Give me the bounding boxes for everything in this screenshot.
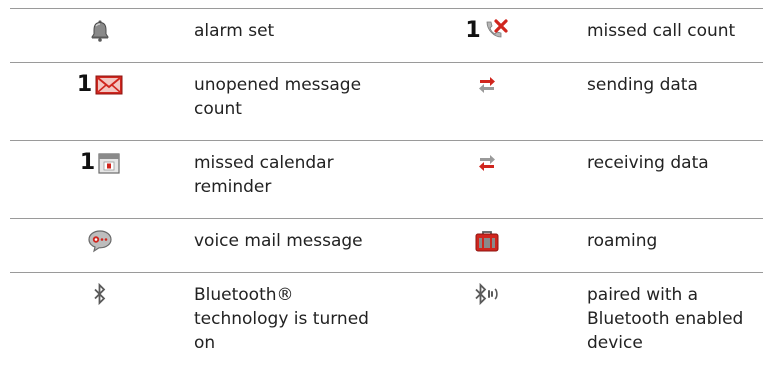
legend-label: paired with a Bluetooth enabled device <box>583 273 763 373</box>
missed-calendar-count: 1 <box>80 151 95 175</box>
table-row: alarm set 1 missed call count <box>10 9 763 63</box>
sending-data-icon <box>477 74 497 96</box>
icon-cell <box>390 273 583 373</box>
icon-cell <box>390 63 583 141</box>
legend-label: unopened message count <box>190 63 390 141</box>
voice-mail-icon <box>87 229 113 253</box>
legend-label: roaming <box>583 219 763 273</box>
table-row: 1 unopened message count <box>10 63 763 141</box>
icon-cell <box>10 219 190 273</box>
legend-label: sending data <box>583 63 763 141</box>
icon-cell <box>10 273 190 373</box>
legend-label: receiving data <box>583 141 763 219</box>
unopened-message-icon <box>95 75 123 95</box>
table-row: voice mail message roaming <box>10 219 763 273</box>
legend-label: voice mail message <box>190 219 390 273</box>
icon-cell <box>390 219 583 273</box>
icon-cell: 1 <box>10 141 190 219</box>
bluetooth-icon <box>93 283 107 307</box>
table-row: 1 missed calendar reminder <box>10 141 763 219</box>
icon-cell <box>10 9 190 63</box>
status-icon-legend: alarm set 1 missed call count 1 <box>0 0 766 338</box>
legend-label: Bluetooth® technology is turned on <box>190 273 390 373</box>
receiving-data-icon <box>477 152 497 174</box>
missed-call-count: 1 <box>465 19 480 43</box>
roaming-icon <box>475 230 499 252</box>
bluetooth-paired-icon <box>474 283 500 307</box>
calendar-reminder-icon <box>98 152 120 174</box>
icon-cell: 1 <box>10 63 190 141</box>
legend-label: missed calendar reminder <box>190 141 390 219</box>
table-row: Bluetooth® technology is turned on paire… <box>10 273 763 373</box>
legend-label: alarm set <box>190 9 390 63</box>
alarm-bell-icon <box>90 20 110 42</box>
legend-table: alarm set 1 missed call count 1 <box>10 8 763 373</box>
icon-cell <box>390 141 583 219</box>
unopened-message-count: 1 <box>77 73 92 97</box>
icon-cell: 1 <box>390 9 583 63</box>
missed-call-icon <box>484 19 508 43</box>
legend-label: missed call count <box>583 9 763 63</box>
